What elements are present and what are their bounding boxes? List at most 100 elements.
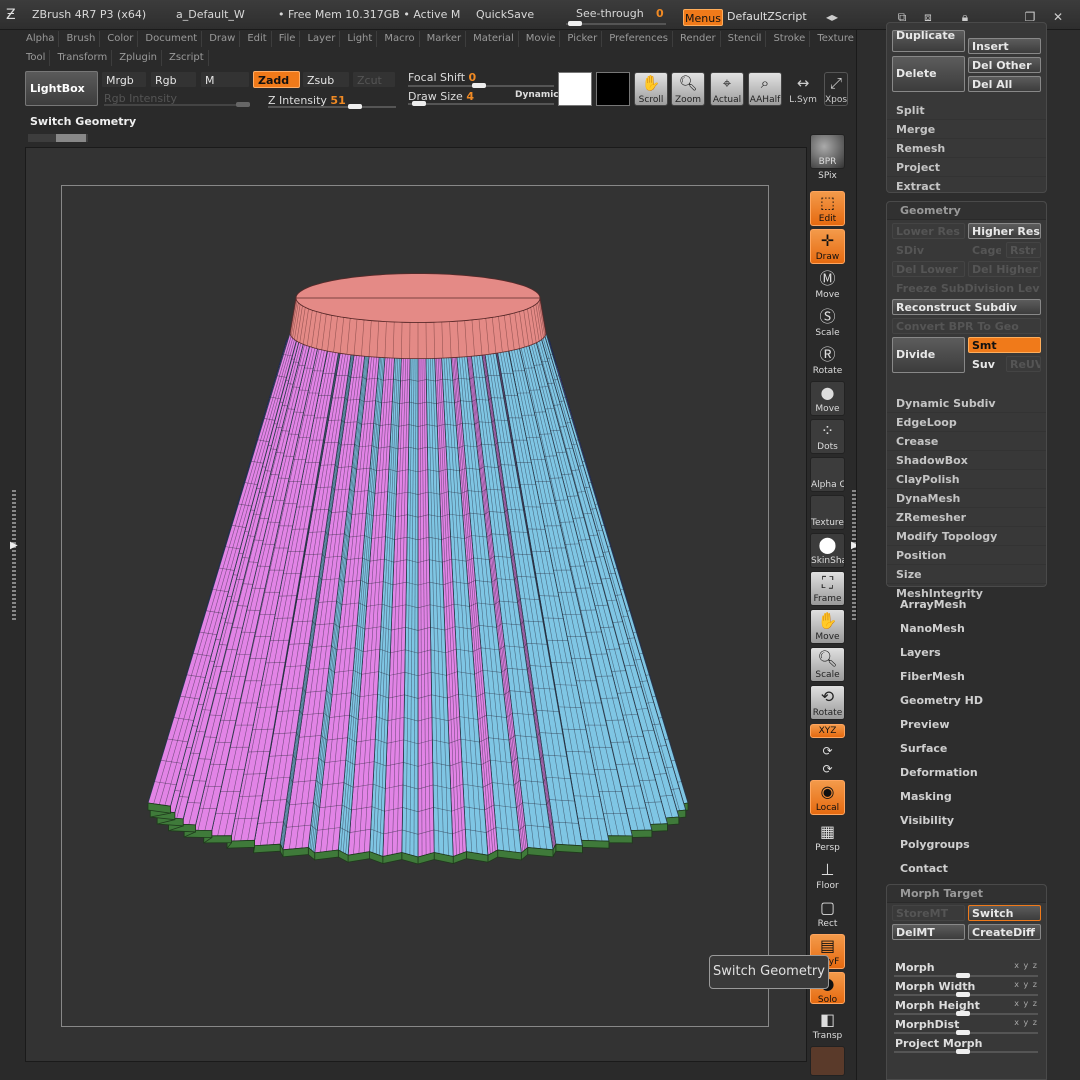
dots-stroke-button[interactable]: ⁘ Dots — [810, 419, 845, 454]
menu-movie[interactable]: Movie — [522, 31, 561, 47]
focal-shift-slider[interactable]: Focal Shift 0 — [408, 71, 476, 84]
menu-draw[interactable]: Draw — [205, 31, 241, 47]
local-button[interactable]: ◉ Local — [810, 780, 845, 815]
aahalf-button[interactable]: ⌕ AAHalf — [748, 72, 782, 106]
geometry-item-edgeloop[interactable]: EdgeLoop — [887, 413, 1046, 432]
spix-slider[interactable]: SPix — [810, 170, 845, 188]
tool-section-nanomesh[interactable]: NanoMesh — [900, 622, 965, 635]
menu-zplugin[interactable]: Zplugin — [115, 50, 162, 66]
frame-button[interactable]: ⛶ Frame — [810, 571, 845, 606]
geometry-header[interactable]: Geometry — [887, 202, 1046, 220]
storemt-button[interactable]: StoreMT — [892, 905, 965, 921]
transp-button[interactable]: ◧ Transp — [810, 1008, 845, 1043]
menu-document[interactable]: Document — [141, 31, 203, 47]
floor-button[interactable]: ⊥ Floor — [810, 858, 845, 893]
duplicate-button[interactable]: Duplicate — [892, 30, 965, 52]
secondary-color-swatch[interactable] — [596, 72, 630, 106]
rgb-intensity-knob[interactable] — [236, 102, 250, 107]
y-rotation-button[interactable]: ⟳ — [810, 742, 845, 758]
edit-button[interactable]: ⬚ Edit — [810, 191, 845, 226]
move-brush-button[interactable]: ● Move — [810, 381, 845, 416]
menu-zscript[interactable]: Zscript — [165, 50, 209, 66]
z-rotation-button[interactable]: ⟳ — [810, 760, 845, 776]
del-lower-button[interactable]: Del Lower — [892, 261, 965, 277]
mrgb-button[interactable]: Mrgb — [101, 71, 147, 88]
slider-knob[interactable] — [956, 1011, 971, 1016]
left-tray-arrow-icon[interactable]: ▶ — [10, 540, 18, 560]
draw-button[interactable]: ✛ Draw — [810, 229, 845, 264]
primary-color-swatch[interactable] — [558, 72, 592, 106]
delete-button[interactable]: Delete — [892, 56, 965, 92]
actual-button[interactable]: ⌖ Actual — [710, 72, 744, 106]
scale-mode-button[interactable]: Ⓢ Scale — [810, 305, 845, 340]
morphdist-slider[interactable]: MorphDist x y z — [894, 1018, 1042, 1037]
draw-size-knob[interactable] — [412, 101, 426, 106]
zoom-button[interactable]: 🔍︎ Zoom — [671, 72, 705, 106]
rgb-button[interactable]: Rgb — [150, 71, 197, 88]
xyz-axis-toggle[interactable]: x y z — [1014, 999, 1038, 1008]
menu-picker[interactable]: Picker — [563, 31, 603, 47]
del-all-button[interactable]: Del All — [968, 76, 1041, 92]
tool-section-polygroups[interactable]: Polygroups — [900, 838, 970, 851]
move-mode-button[interactable]: Ⓜ Move — [810, 267, 845, 302]
suv-toggle[interactable]: Suv — [968, 356, 1002, 372]
geometry-item-claypolish[interactable]: ClayPolish — [887, 470, 1046, 489]
menu-color[interactable]: Color — [103, 31, 139, 47]
scale-view-button[interactable]: 🔍︎ Scale — [810, 647, 845, 682]
see-through-slider[interactable]: See-through 0 — [566, 7, 676, 27]
cage-button[interactable]: Cage — [968, 242, 1002, 258]
geometry-item-dynamic-subdiv[interactable]: Dynamic Subdiv — [887, 394, 1046, 413]
menu-render[interactable]: Render — [676, 31, 721, 47]
switch-morph-button[interactable]: Switch — [968, 905, 1041, 921]
dynamic-toggle[interactable]: Dynamic — [515, 90, 559, 100]
rotate-view-button[interactable]: ⟲ Rotate — [810, 685, 845, 720]
zadd-button[interactable]: Zadd — [253, 71, 300, 88]
morph-target-header[interactable]: Morph Target — [887, 885, 1046, 903]
m-button[interactable]: M — [200, 71, 250, 88]
rstr-button[interactable]: Rstr — [1006, 242, 1041, 258]
project-morph-slider[interactable]: Project Morph — [894, 1037, 1042, 1056]
xyz-axis-toggle[interactable]: x y z — [1014, 961, 1038, 970]
tool-section-arraymesh[interactable]: ArrayMesh — [900, 598, 966, 611]
tool-section-visibility[interactable]: Visibility — [900, 814, 954, 827]
reconstruct-subdiv-button[interactable]: Reconstruct Subdiv — [892, 299, 1041, 315]
del-other-button[interactable]: Del Other — [968, 57, 1041, 73]
geometry-item-modify-topology[interactable]: Modify Topology — [887, 527, 1046, 546]
persp-button[interactable]: ▦ Persp — [810, 820, 845, 855]
delmt-button[interactable]: DelMT — [892, 924, 965, 940]
menu-alpha[interactable]: Alpha — [22, 31, 60, 47]
menu-tool[interactable]: Tool — [22, 50, 51, 66]
document-canvas[interactable] — [25, 147, 807, 1062]
alpha-button[interactable]: Alpha C — [810, 457, 845, 492]
creatediff-button[interactable]: CreateDiff — [968, 924, 1041, 940]
geometry-item-position[interactable]: Position — [887, 546, 1046, 565]
menu-light[interactable]: Light — [343, 31, 378, 47]
menu-layer[interactable]: Layer — [303, 31, 341, 47]
menu-material[interactable]: Material — [469, 31, 519, 47]
focal-shift-knob[interactable] — [472, 83, 486, 88]
slider-knob[interactable] — [956, 992, 971, 997]
insert-button[interactable]: Insert — [968, 38, 1041, 54]
lightbox-button[interactable]: LightBox — [25, 71, 98, 106]
morph-height-slider[interactable]: Morph Height x y z — [894, 999, 1042, 1018]
lower-res-button[interactable]: Lower Res — [892, 223, 965, 239]
tool-section-surface[interactable]: Surface — [900, 742, 947, 755]
morph-width-slider[interactable]: Morph Width x y z — [894, 980, 1042, 999]
rotate-mode-button[interactable]: Ⓡ Rotate — [810, 343, 845, 378]
geometry-item-shadowbox[interactable]: ShadowBox — [887, 451, 1046, 470]
reuv-button[interactable]: ReUV — [1006, 356, 1041, 372]
menu-preferences[interactable]: Preferences — [605, 31, 674, 47]
zcut-button[interactable]: Zcut — [352, 71, 396, 88]
higher-res-button[interactable]: Higher Res — [968, 223, 1041, 239]
bpr-button[interactable]: BPR — [810, 134, 845, 169]
menu-brush[interactable]: Brush — [62, 31, 101, 47]
smt-toggle[interactable]: Smt — [968, 337, 1041, 353]
menus-button[interactable]: Menus — [683, 9, 723, 26]
tool-section-preview[interactable]: Preview — [900, 718, 950, 731]
menu-texture[interactable]: Texture — [813, 31, 859, 47]
move-view-button[interactable]: ✋ Move — [810, 609, 845, 644]
subtool-item-merge[interactable]: Merge — [887, 120, 1046, 139]
divide-button[interactable]: Divide — [892, 337, 965, 373]
subtool-item-split[interactable]: Split — [887, 101, 1046, 120]
subtool-item-extract[interactable]: Extract — [887, 177, 1046, 196]
